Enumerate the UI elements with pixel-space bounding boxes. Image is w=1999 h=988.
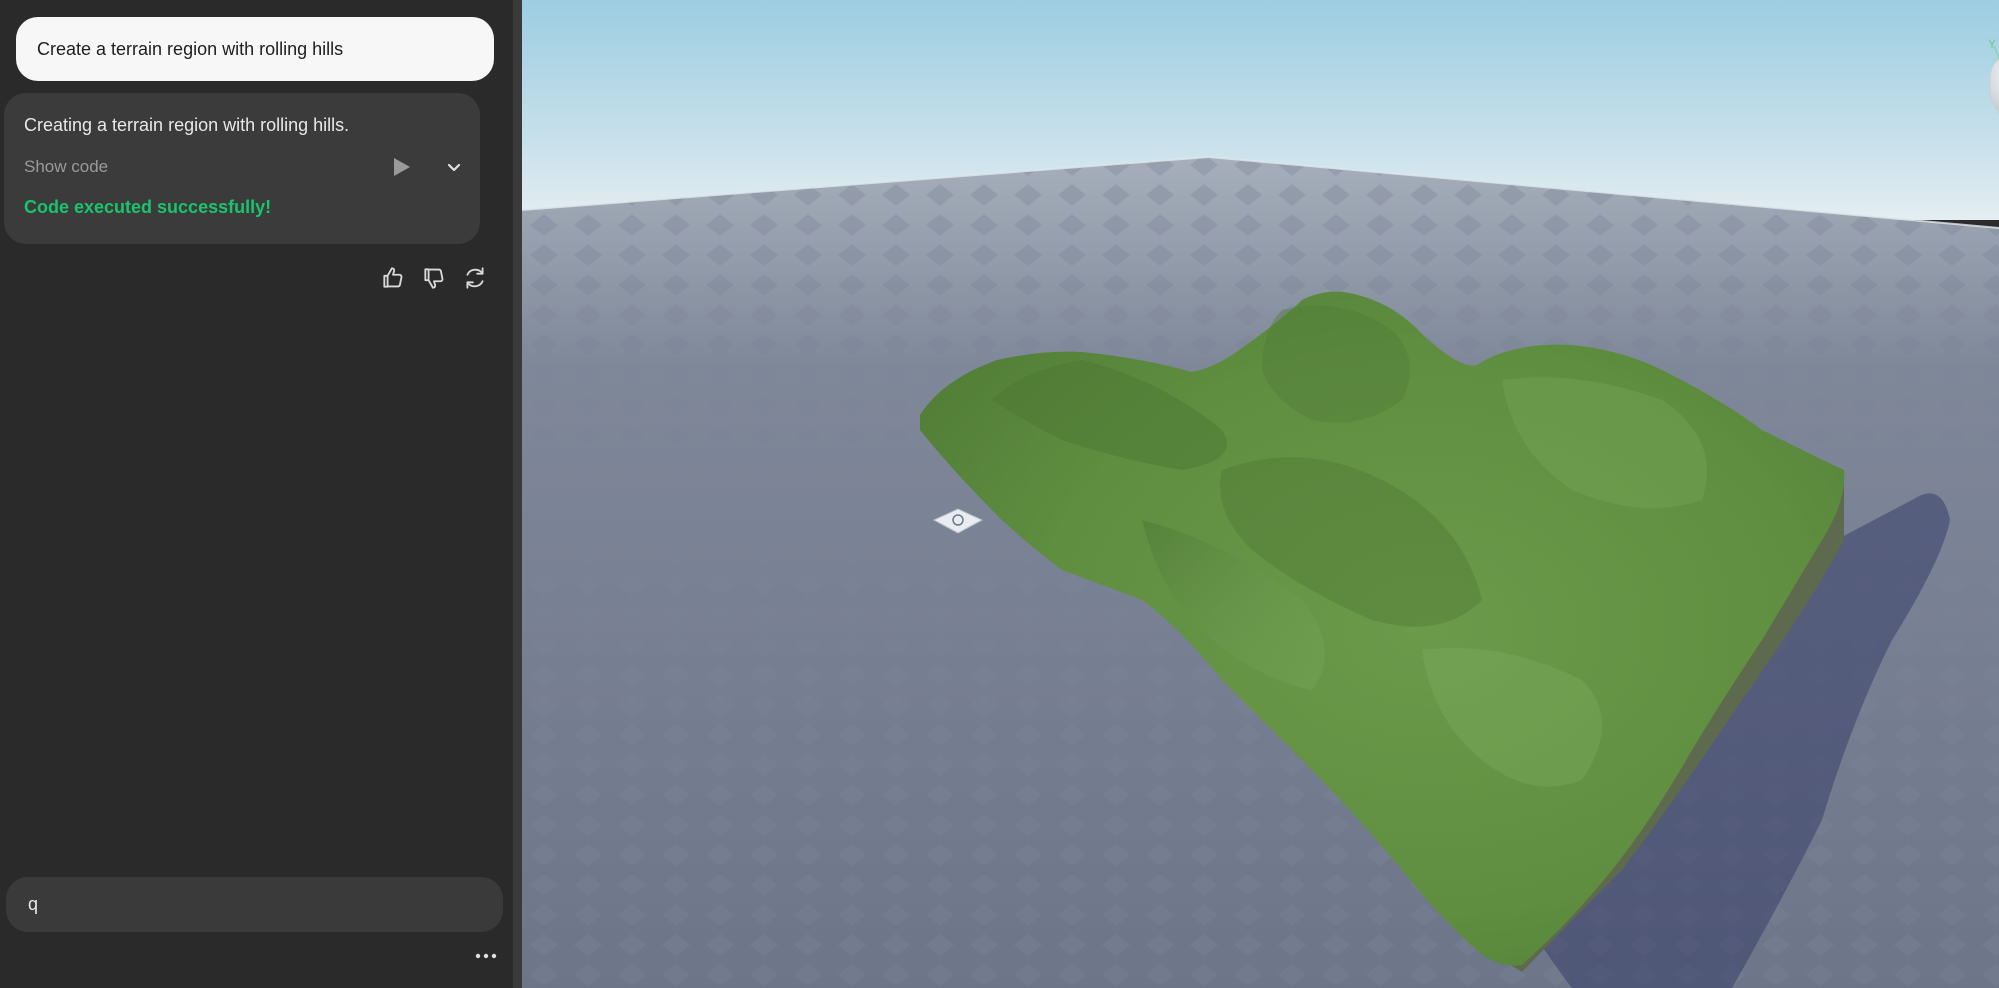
gizmo-y-label: Y (1988, 37, 1996, 51)
status-message: Code executed successfully! (24, 197, 272, 217)
scene-render (522, 0, 1999, 988)
assistant-panel: Create a terrain region with rolling hil… (0, 0, 513, 988)
show-code-link[interactable]: Show code (24, 157, 108, 177)
refresh-icon[interactable] (462, 265, 488, 291)
chat-input[interactable] (6, 877, 503, 932)
panel-divider[interactable] (513, 0, 522, 988)
user-message-text: Create a terrain region with rolling hil… (37, 38, 344, 59)
3d-viewport[interactable]: Y X Z (522, 0, 1999, 988)
orientation-gizmo[interactable]: Y X Z (1958, 36, 1999, 156)
more-icon[interactable] (474, 947, 498, 965)
thumbs-down-icon[interactable] (421, 265, 447, 291)
code-toggle-row[interactable]: Show code (24, 155, 464, 179)
play-icon[interactable] (394, 158, 410, 176)
user-message-bubble: Create a terrain region with rolling hil… (16, 17, 494, 81)
thumbs-up-icon[interactable] (380, 265, 406, 291)
assistant-message-text: Creating a terrain region with rolling h… (24, 115, 350, 135)
chevron-down-icon[interactable] (442, 155, 466, 179)
assistant-message-bubble: Creating a terrain region with rolling h… (4, 93, 480, 244)
